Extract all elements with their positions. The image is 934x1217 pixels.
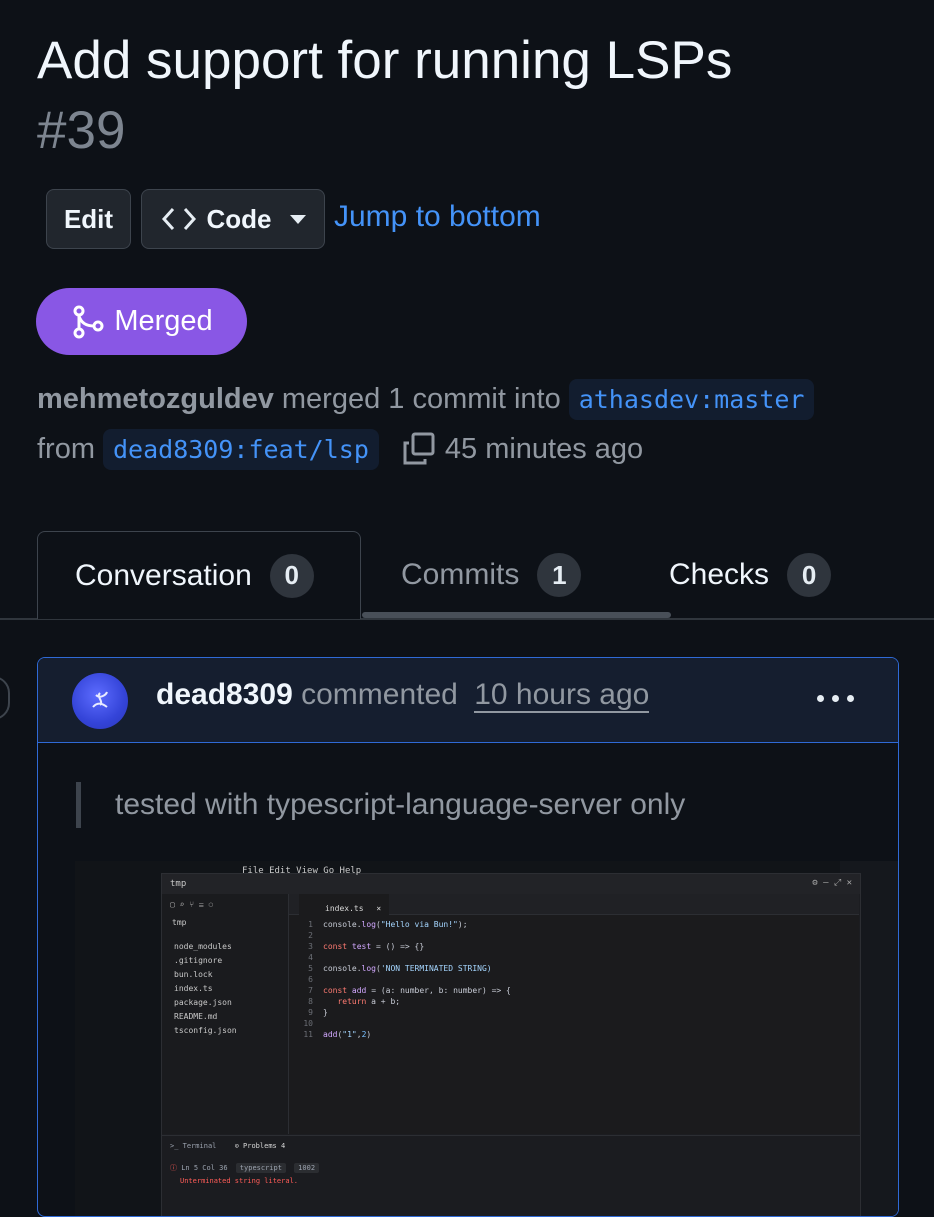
merge-summary: mehmetozguldev merged 1 commit into atha… [37, 376, 822, 422]
attached-screenshot[interactable]: tmp File Edit View Go Help ⚙ — ⤢ ✕ ▢ ⌕ ⑂… [75, 861, 898, 1216]
code-line: 11 add("1",2) [303, 1030, 372, 1039]
error-icon: ⓘ [170, 1164, 177, 1172]
code-line: 6 [308, 975, 313, 984]
edit-button-label: Edit [63, 203, 114, 234]
problems-tab[interactable]: ⊙ Problems 4 [235, 1142, 286, 1150]
editor-tabbar: index.ts × [289, 894, 859, 923]
project-title: tmp [170, 879, 187, 889]
comment-author[interactable]: dead8309 [156, 678, 293, 711]
code-icon [161, 207, 196, 231]
file-explorer: ▢ ⌕ ⑂ ☰ ⬡ tmp node_modules .gitignore bu… [162, 894, 289, 1134]
comment-meta: dead8309 commented 10 hours ago [156, 678, 650, 713]
pr-title-text: Add support for running LSPs [37, 31, 733, 90]
code-line: 10 [303, 1019, 313, 1028]
tab-label: Checks [669, 558, 770, 591]
chevron-down-icon [289, 214, 306, 224]
window-controls-icon: ⚙ — ⤢ ✕ [812, 878, 852, 888]
problem-location: Ln 5 Col 36 [181, 1164, 228, 1172]
editor-menu: File Edit View Go Help [242, 866, 362, 876]
code-line: 7 const add = (a: number, b: number) => { [308, 986, 511, 995]
base-branch[interactable]: athasdev:master [568, 378, 815, 420]
merger-link[interactable]: mehmetozguldev [37, 383, 274, 416]
tab-commits[interactable]: Commits 1 [401, 531, 582, 619]
merge-icon [73, 305, 104, 338]
file-item[interactable]: package.json [162, 996, 288, 1010]
merge-time: 45 minutes ago [444, 432, 644, 465]
comment-card: dead8309 commented 10 hours ago tested w… [37, 657, 899, 1217]
explorer-toolbar-icons: ▢ ⌕ ⑂ ☰ ⬡ [170, 900, 214, 909]
code-line: 1 console.log("Hello via Bun!"); [308, 920, 468, 929]
timeline-avatar-edge [0, 676, 10, 720]
tab-count: 0 [787, 553, 832, 597]
bottom-panel: >_ Terminal ⊙ Problems 4 ⓘ Ln 5 Col 36 t… [162, 1135, 860, 1216]
more-options-icon[interactable] [817, 695, 854, 702]
file-item[interactable]: .gitignore [162, 954, 288, 968]
tab-label: Conversation [75, 558, 252, 592]
file-item[interactable]: node_modules [162, 940, 288, 954]
merge-source: from dead8309:feat/lsp 45 minutes ago [37, 426, 643, 472]
jump-to-bottom-link[interactable]: Jump to bottom [334, 200, 541, 234]
problem-message: Unterminated string literal. [180, 1177, 299, 1185]
code-line: 2 [308, 931, 313, 940]
terminal-tab[interactable]: >_ Terminal [170, 1142, 216, 1150]
code-editor[interactable]: index.ts × 1 console.log("Hello via Bun!"… [289, 894, 859, 1134]
problem-code: 1002 [294, 1163, 320, 1173]
file-item[interactable]: README.md [162, 1010, 288, 1024]
edit-button[interactable]: Edit [46, 189, 131, 249]
file-item[interactable]: index.ts [162, 982, 288, 996]
tab-count: 1 [537, 553, 582, 597]
code-line: 3 const test = () => {} [308, 942, 425, 951]
problem-row[interactable]: ⓘ Ln 5 Col 36 typescript 1002 [170, 1163, 320, 1173]
copy-icon[interactable] [401, 431, 437, 467]
avatar-logo-icon [92, 691, 108, 708]
code-line: 5 console.log('NON TERMINATED STRING) [308, 964, 492, 973]
code-line: 4 [308, 953, 313, 962]
status-badge-label: Merged [114, 305, 213, 337]
code-line: 8 return a + b; [308, 997, 401, 1006]
comment-quote: tested with typescript-language-server o… [76, 782, 685, 828]
pr-title: Add support for running LSPs #39 [37, 26, 917, 166]
tab-label: Commits [401, 558, 520, 591]
status-badge: Merged [36, 288, 247, 355]
code-button-label: Code [206, 203, 272, 234]
comment-header: dead8309 commented 10 hours ago [38, 658, 898, 743]
problem-language: typescript [235, 1163, 286, 1173]
window-titlebar: tmp File Edit View Go Help ⚙ — ⤢ ✕ [162, 866, 860, 894]
code-line: 9} [308, 1008, 328, 1017]
file-item[interactable]: bun.lock [162, 968, 288, 982]
code-button[interactable]: Code [141, 189, 325, 249]
tab-count: 0 [269, 553, 314, 598]
pr-number: #39 [37, 101, 126, 160]
tab-conversation[interactable]: Conversation 0 [37, 531, 361, 619]
file-item[interactable]: tsconfig.json [162, 1024, 288, 1038]
comment-verb: commented [301, 678, 458, 711]
avatar[interactable] [72, 673, 128, 729]
tab-checks[interactable]: Checks 0 [669, 531, 832, 619]
explorer-project: tmp [172, 918, 187, 927]
comment-time[interactable]: 10 hours ago [474, 678, 650, 713]
from-text: from [37, 432, 95, 465]
merge-text: merged 1 commit into [281, 382, 561, 415]
panel-tabs: >_ Terminal ⊙ Problems 4 [170, 1142, 285, 1150]
editor-window: tmp File Edit View Go Help ⚙ — ⤢ ✕ ▢ ⌕ ⑂… [161, 866, 861, 1216]
head-branch[interactable]: dead8309:feat/lsp [103, 428, 379, 470]
